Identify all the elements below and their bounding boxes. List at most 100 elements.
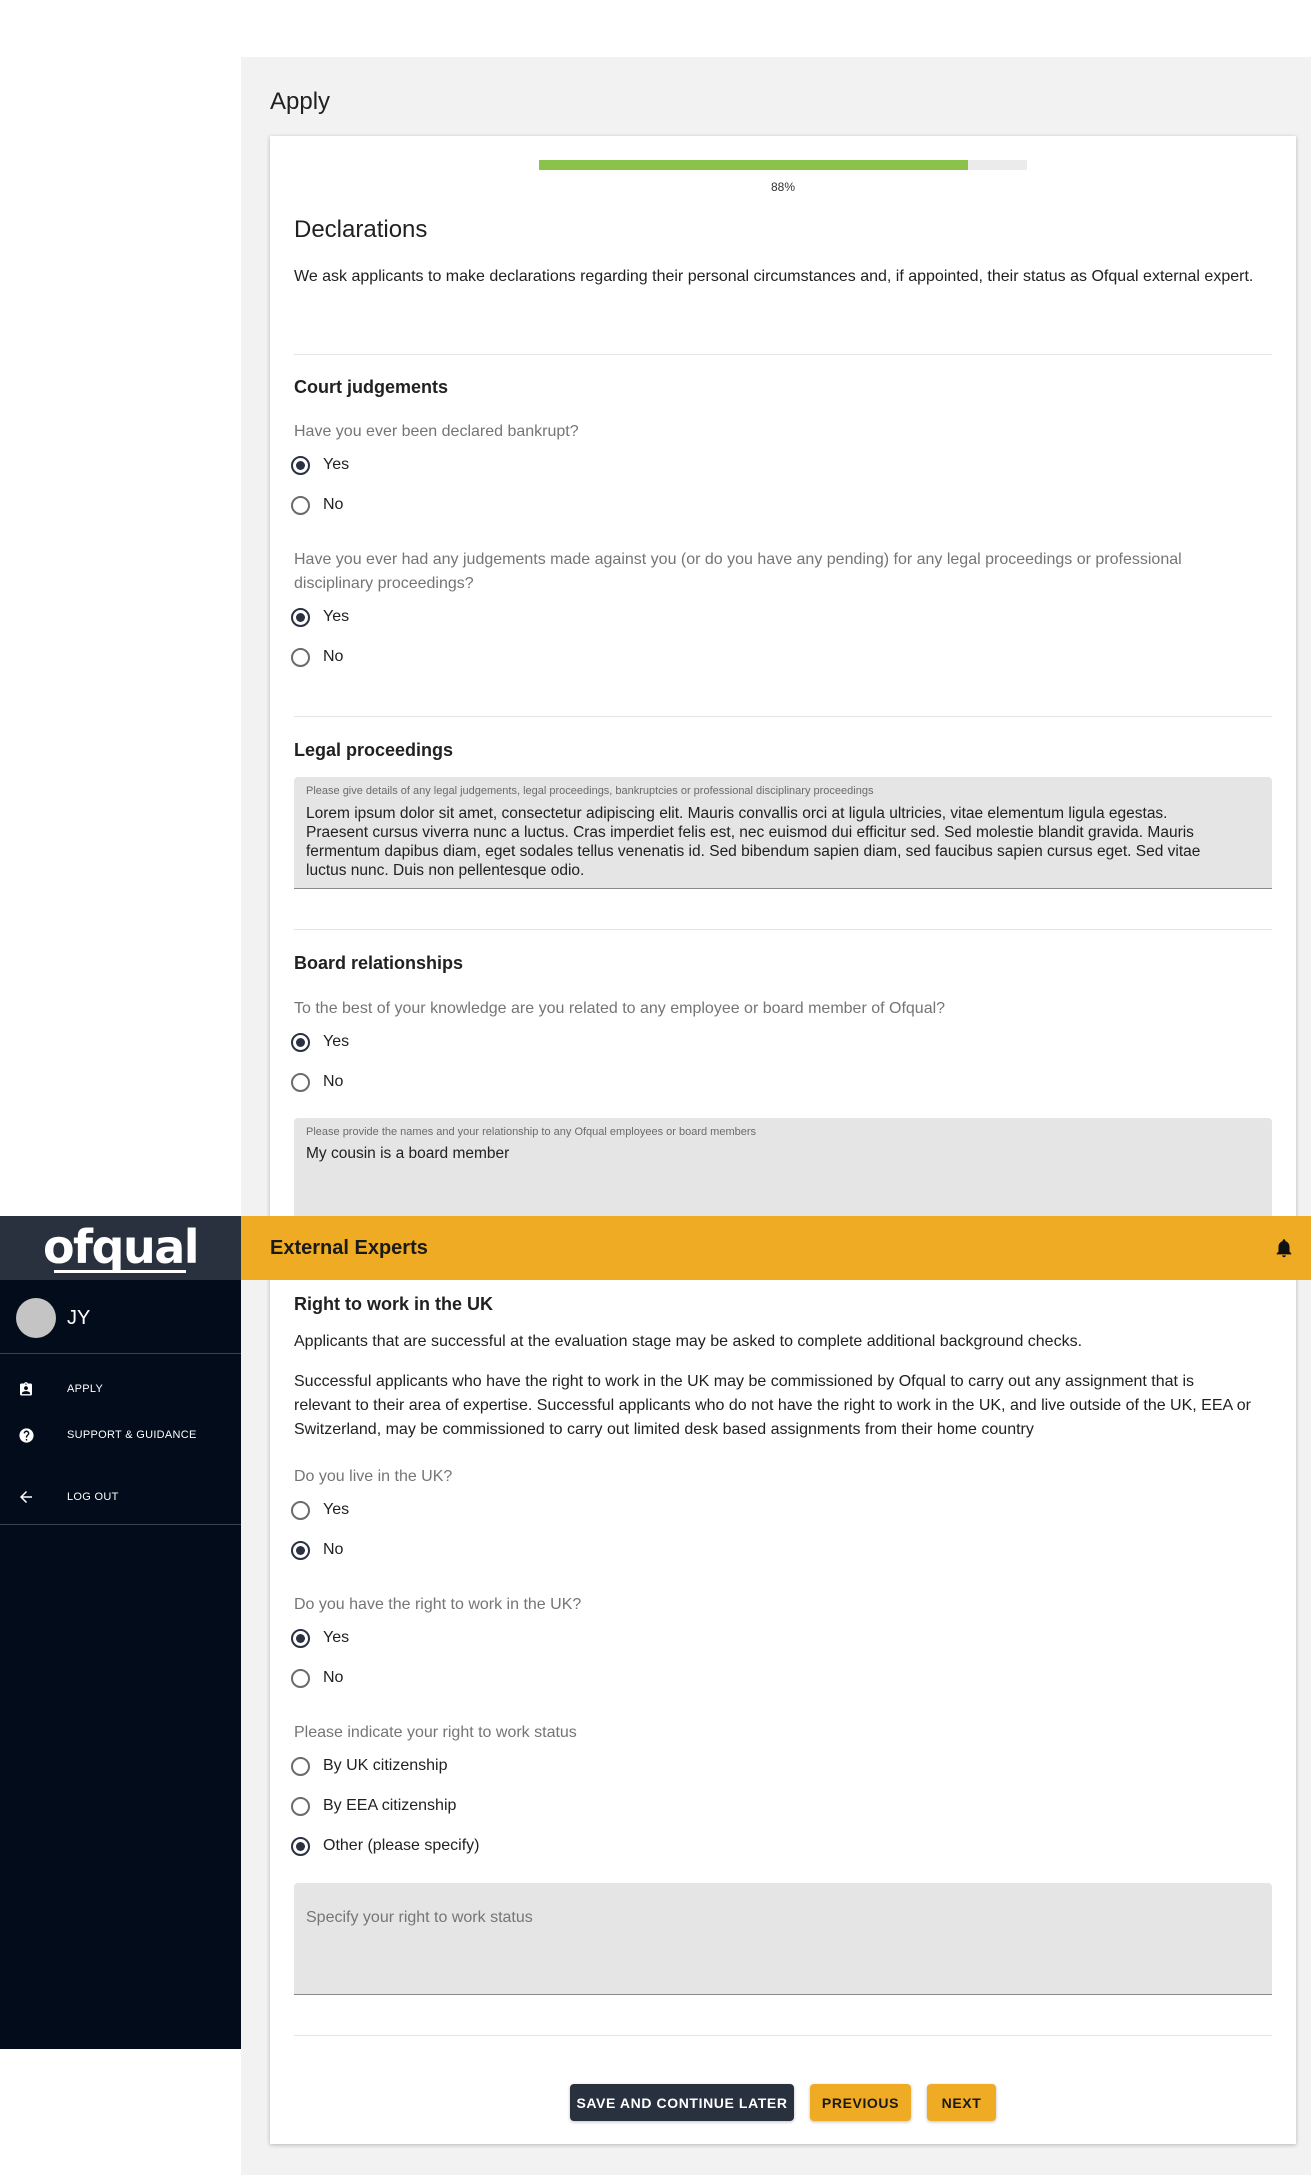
- sidebar-divider: [0, 1524, 241, 1525]
- progress-bar: [539, 160, 1027, 170]
- radio-label: No: [323, 1541, 344, 1558]
- radio-right-to-work-no[interactable]: No: [291, 1666, 343, 1690]
- para-line: Successful applicants who have the right…: [294, 1373, 1194, 1390]
- text-line: fermentum dapibus diam, eget sodales tel…: [306, 843, 1201, 860]
- radio-right-to-work-yes[interactable]: Yes: [291, 1626, 349, 1650]
- board-relationship-textarea[interactable]: Please provide the names and your relati…: [294, 1118, 1272, 1228]
- sidebar-item-logout[interactable]: LOG OUT: [0, 1477, 241, 1517]
- divider: [294, 2035, 1272, 2036]
- right-to-work-para1: Applicants that are successful at the ev…: [294, 1333, 1083, 1350]
- radio-label: No: [323, 648, 344, 665]
- sidebar-item-label: LOG OUT: [67, 1491, 119, 1503]
- field-label: Please provide the names and your relati…: [306, 1126, 757, 1138]
- previous-button[interactable]: PREVIOUS: [810, 2084, 911, 2121]
- radio-label: Yes: [323, 608, 350, 625]
- question-line: disciplinary proceedings?: [294, 575, 474, 592]
- radio-circle: [291, 495, 310, 515]
- divider: [294, 929, 1272, 930]
- radio-board-yes[interactable]: Yes: [291, 1030, 349, 1054]
- page-title: Apply: [270, 88, 331, 115]
- section-title-board-relationships: Board relationships: [294, 953, 464, 973]
- field-label: Please give details of any legal judgeme…: [306, 785, 874, 797]
- question-board-related: To the best of your knowledge are you re…: [294, 1000, 946, 1017]
- question-bankrupt: Have you ever been declared bankrupt?: [294, 423, 579, 440]
- field-value: My cousin is a board member: [306, 1145, 510, 1162]
- save-and-continue-later-button[interactable]: SAVE AND CONTINUE LATER: [570, 2084, 794, 2121]
- user-initials: JY: [67, 1307, 91, 1329]
- radio-board-no[interactable]: No: [291, 1070, 343, 1094]
- arrow-left-icon: [17, 1488, 35, 1506]
- top-app-bar: External Experts: [241, 1216, 1311, 1280]
- radio-circle: [291, 1796, 310, 1816]
- radio-circle: [291, 1500, 310, 1520]
- radio-status-uk-citizenship[interactable]: By UK citizenship: [291, 1754, 448, 1778]
- radio-circle: [291, 1836, 310, 1856]
- radio-live-uk-yes[interactable]: Yes: [291, 1498, 349, 1522]
- radio-status-eea-citizenship[interactable]: By EEA citizenship: [291, 1794, 456, 1818]
- progress-bar-fill: [539, 160, 969, 170]
- sidebar-item-support[interactable]: SUPPORT & GUIDANCE: [0, 1415, 241, 1455]
- radio-circle: [291, 607, 310, 627]
- para-line: relevant to their area of expertise. Suc…: [294, 1397, 1251, 1414]
- radio-bankrupt-no[interactable]: No: [291, 493, 343, 517]
- section-title-court-judgements: Court judgements: [294, 377, 449, 397]
- text-line: Lorem ipsum dolor sit amet, consectetur …: [306, 805, 1168, 822]
- radio-label: Yes: [323, 1501, 350, 1518]
- question-line: Have you ever had any judgements made ag…: [294, 551, 1182, 568]
- ofqual-logo[interactable]: ofqual: [0, 1220, 241, 1274]
- radio-bankrupt-yes[interactable]: Yes: [291, 453, 349, 477]
- sidebar-divider: [0, 1353, 241, 1354]
- radio-status-other[interactable]: Other (please specify): [291, 1834, 480, 1858]
- field-placeholder: Specify your right to work status: [306, 1909, 533, 1926]
- help-circle-icon: [17, 1426, 35, 1444]
- notification-bell-icon[interactable]: [1273, 1237, 1295, 1259]
- radio-label: No: [323, 496, 344, 513]
- right-to-work-para2: Successful applicants who have the right…: [294, 1370, 1294, 1442]
- radio-judgements-no[interactable]: No: [291, 645, 343, 669]
- radio-label: By EEA citizenship: [323, 1797, 457, 1814]
- declarations-intro: We ask applicants to make declarations r…: [294, 268, 1254, 285]
- question-work-status: Please indicate your right to work statu…: [294, 1724, 577, 1741]
- sidebar-item-apply[interactable]: APPLY: [0, 1369, 241, 1409]
- next-button[interactable]: NEXT: [927, 2084, 996, 2121]
- para-line: Switzerland, may be commissioned to carr…: [294, 1421, 1034, 1438]
- text-line: Praesent cursus viverra nunc a luctus. C…: [306, 824, 1194, 841]
- radio-label: Yes: [323, 1033, 350, 1050]
- radio-circle: [291, 1540, 310, 1560]
- question-judgements: Have you ever had any judgements made ag…: [294, 548, 1294, 596]
- question-right-to-work: Do you have the right to work in the UK?: [294, 1596, 582, 1613]
- radio-circle: [291, 1628, 310, 1648]
- radio-judgements-yes[interactable]: Yes: [291, 605, 349, 629]
- specify-work-status-textarea[interactable]: Specify your right to work status: [294, 1883, 1272, 1995]
- logo-area: ofqual: [0, 1216, 241, 1280]
- radio-label: Other (please specify): [323, 1837, 480, 1854]
- avatar: [16, 1298, 56, 1338]
- sidebar-item-label: APPLY: [67, 1383, 104, 1395]
- section-title-declarations: Declarations: [294, 216, 428, 243]
- text-line: luctus nunc. Duis non pellentesque odio.: [306, 862, 585, 879]
- app-title: External Experts: [270, 1237, 428, 1259]
- divider: [294, 716, 1272, 717]
- radio-label: Yes: [323, 456, 350, 473]
- radio-label: No: [323, 1669, 344, 1686]
- badge-icon: [17, 1380, 35, 1398]
- radio-label: By UK citizenship: [323, 1757, 448, 1774]
- section-title-right-to-work: Right to work in the UK: [294, 1294, 493, 1314]
- logo-underline: [54, 1270, 186, 1273]
- radio-label: Yes: [323, 1629, 350, 1646]
- radio-circle: [291, 1668, 310, 1688]
- radio-circle: [291, 1756, 310, 1776]
- section-title-legal-proceedings: Legal proceedings: [294, 740, 454, 760]
- radio-circle: [291, 647, 310, 667]
- radio-circle: [291, 1032, 310, 1052]
- divider: [294, 354, 1272, 355]
- field-value: Lorem ipsum dolor sit amet, consectetur …: [306, 804, 1258, 880]
- legal-proceedings-textarea[interactable]: Please give details of any legal judgeme…: [294, 777, 1272, 889]
- radio-circle: [291, 1072, 310, 1092]
- radio-live-uk-no[interactable]: No: [291, 1538, 343, 1562]
- sidebar-item-label: SUPPORT & GUIDANCE: [67, 1429, 197, 1441]
- progress-percent: 88%: [770, 180, 796, 194]
- sidebar: ofqual JY APPLY SUPPORT & GUIDANCE LOG O…: [0, 1216, 241, 2049]
- radio-circle: [291, 455, 310, 475]
- radio-label: No: [323, 1073, 344, 1090]
